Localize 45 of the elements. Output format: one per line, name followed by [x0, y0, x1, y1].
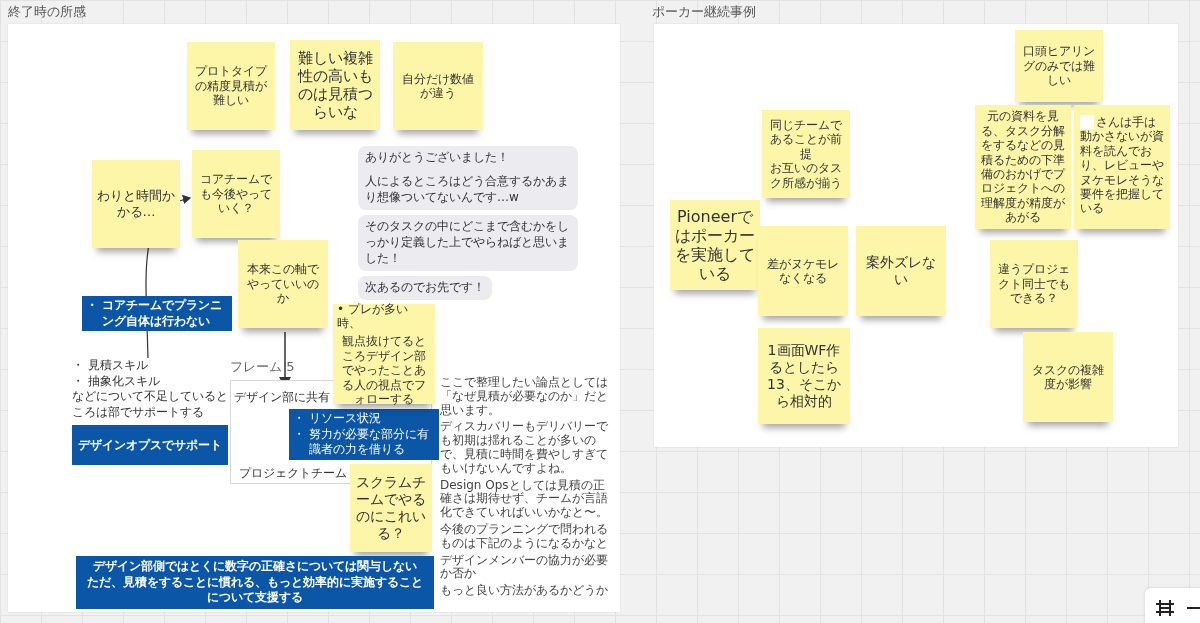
- list-item: ・ 努力が必要な部分に有識者の力を借りる: [293, 426, 430, 458]
- banner-text: デザイン部側ではとくに数字の正確さについては関与しない: [93, 559, 417, 575]
- note-paragraph: ディスカバリーもデリバリーでも初期は揺れることが多いので、見積に時間を費やしすぎてもいけないんですよね。: [440, 420, 609, 476]
- sticky-note[interactable]: さんは手は動かさないが資料を読んでおり、レビューやヌケモレそうな要件を把握している: [1074, 105, 1170, 229]
- list-item: ・ 抽象化スキル: [72, 373, 161, 390]
- list-item: ・ リソース状況: [293, 411, 382, 427]
- frame-title: フレーム 5: [230, 358, 295, 376]
- sticky-note[interactable]: 元の資料を見る、タスク分解をするなどの見積るための下準備のおかげでプロジェクトへの理解度が精度があがる: [975, 105, 1071, 229]
- sticky-note[interactable]: 難しい複雑性の高いものは見積つらいな: [290, 40, 380, 130]
- sticky-note[interactable]: • プレが多い時、 観点抜けてるところデザイン部でやったことある人の視点でフォローする: [333, 304, 435, 404]
- list-item: ・ コアチームでプランニング自体は行わない: [86, 298, 223, 330]
- frame-tool-icon[interactable]: [1155, 599, 1175, 617]
- sticky-note[interactable]: タスクの複雑度が影響: [1023, 332, 1113, 422]
- sticky-note[interactable]: コアチームでも今後やっていく？: [192, 150, 280, 238]
- sticky-note[interactable]: 自分だけ数値が違う: [393, 42, 483, 130]
- note-line: もっと良い方法があるかどうか: [440, 584, 609, 598]
- note-paragraph: Design Opsとしては見積の正確さは期待せず、チームが言語化できていればいいかなと〜。: [440, 478, 609, 520]
- frame-label: プロジェクトチーム: [239, 465, 347, 482]
- message-text: 次あるのでお先です！: [365, 279, 485, 296]
- message-text: そのタスクの中にどこまで含むかをしっかり定義した上でやらねばと思いました！: [365, 218, 570, 267]
- banner-text: ただ、見積をすることに慣れる、もっと効率的に実施することについて支援する: [86, 574, 424, 606]
- note-paragraph: 今後のプランニングで問われるものは下記のようになるかなと: [440, 522, 609, 551]
- note-line: デザインメンバーの協力が必要か否か: [440, 553, 609, 582]
- sticky-note[interactable]: 差がヌケモレなくなる: [758, 226, 848, 316]
- frame-title: ポーカー継続事例: [652, 3, 756, 21]
- message-text: ありがとうございました！: [365, 150, 510, 166]
- sticky-note[interactable]: 案外ズレない: [856, 226, 946, 316]
- sticky-note[interactable]: プロトタイプの精度見積が難しい: [187, 42, 275, 130]
- sticky-note[interactable]: 1画面WF作るとしたら13、そこから相対的: [758, 328, 850, 424]
- message-text: 人によるところはどう合意するかあまり想像ついてないんです…w: [365, 173, 570, 206]
- sticky-note[interactable]: 違うプロジェクト同士でもできる？: [990, 240, 1078, 328]
- body-text: などについて不足しているところは部でサポートする: [72, 389, 229, 421]
- support-button[interactable]: デザインオプスでサポート: [72, 425, 228, 465]
- frame-label: デザイン部に共有: [234, 389, 330, 406]
- sticky-note[interactable]: 本来この軸でやっていいのか: [238, 240, 328, 328]
- minus-icon[interactable]: [1187, 606, 1200, 610]
- redaction-block: [1080, 115, 1094, 129]
- sticky-note[interactable]: 同じチームであることが前提 お互いのタスク所感が揃う: [762, 110, 850, 198]
- sticky-note[interactable]: Pioneerではポーカーを実施している: [670, 200, 760, 290]
- sticky-note[interactable]: わりと時間かかる…: [92, 160, 180, 248]
- sticky-note[interactable]: スクラムチームでやるのにこれいる？: [350, 464, 432, 552]
- sticky-note[interactable]: 口頭ヒアリングのみでは難しい: [1015, 30, 1103, 102]
- frame-title: 終了時の所感: [8, 3, 86, 21]
- list-item: ・ 見積スキル: [72, 358, 149, 374]
- note-paragraph: ここで整理したい論点としては「なぜ見積が必要なのか」だと思います。: [440, 376, 609, 418]
